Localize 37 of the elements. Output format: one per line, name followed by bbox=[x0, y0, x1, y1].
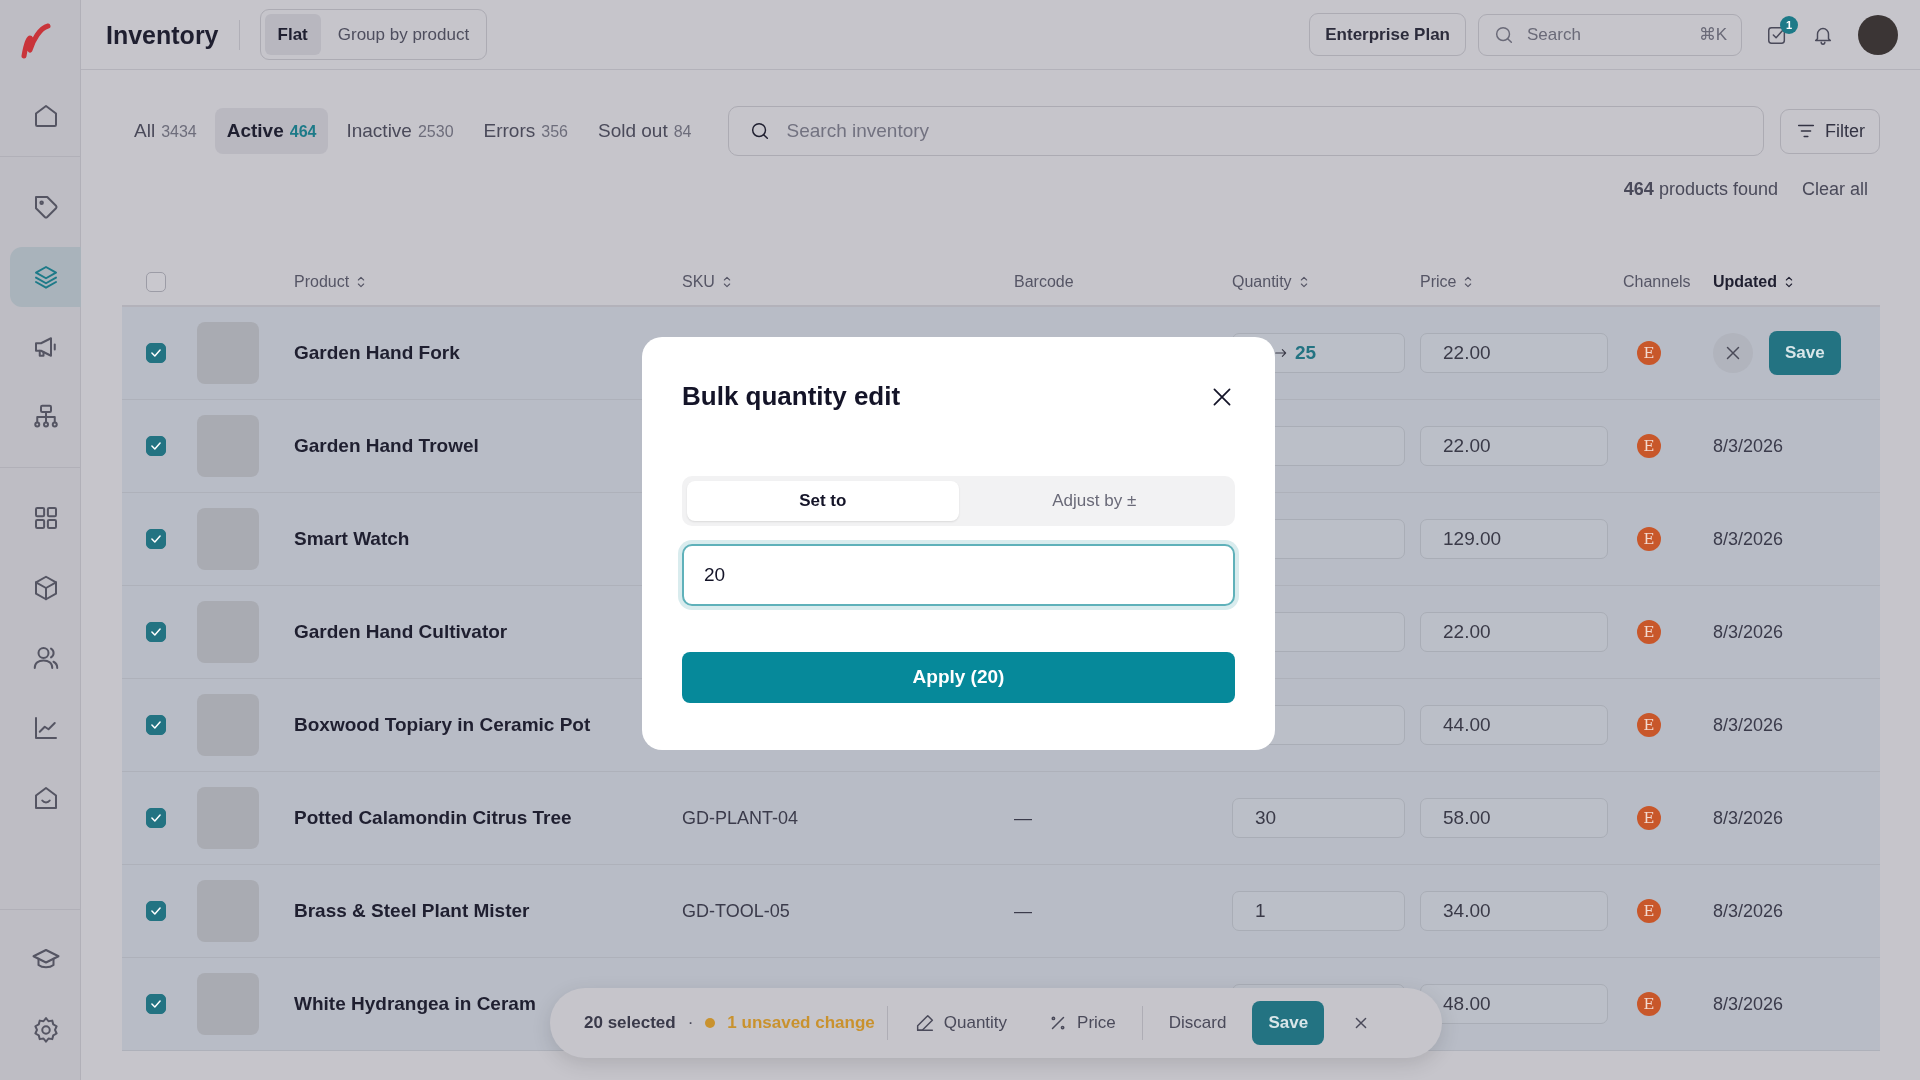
product-name: Garden Hand Fork bbox=[294, 340, 461, 365]
results-count: 464 products found bbox=[1623, 178, 1778, 201]
shortcut-hint: ⌘K bbox=[1698, 23, 1727, 46]
product-name: Smart Watch bbox=[294, 526, 411, 551]
product-name: Garden Hand Trowel bbox=[294, 433, 480, 458]
barcode-text: — bbox=[1014, 806, 1033, 830]
column-header: Barcode bbox=[1014, 272, 1075, 292]
sku-text: GD-PLANT-04 bbox=[682, 806, 800, 830]
separator-dot: · bbox=[687, 1012, 694, 1035]
product-name: Potted Calamondin Citrus Tree bbox=[294, 805, 573, 830]
updated-date: 8/3/2026 bbox=[1713, 992, 1785, 1016]
channel-icon: E bbox=[1637, 620, 1661, 644]
product-name: White Hydrangea in Ceram bbox=[294, 991, 537, 1016]
updated-date: 8/3/2026 bbox=[1713, 620, 1785, 644]
sku-text: GD-TOOL-05 bbox=[682, 899, 791, 923]
unsaved-changes: 1 unsaved change bbox=[727, 1012, 875, 1035]
channel-icon: E bbox=[1637, 527, 1661, 551]
channel-icon: E bbox=[1637, 434, 1661, 458]
channel-icon: E bbox=[1637, 899, 1661, 923]
channel-icon: E bbox=[1637, 992, 1661, 1016]
updated-date: 8/3/2026 bbox=[1713, 713, 1785, 737]
channel-icon: E bbox=[1637, 713, 1661, 737]
product-name: Brass & Steel Plant Mister bbox=[294, 898, 531, 923]
notification-count: 1 bbox=[1780, 15, 1798, 34]
selected-count: 20 selected bbox=[584, 1012, 676, 1035]
product-name: Garden Hand Cultivator bbox=[294, 619, 509, 644]
updated-date: 8/3/2026 bbox=[1713, 899, 1785, 923]
page-title: Inventory bbox=[106, 19, 240, 50]
barcode-text: — bbox=[1014, 899, 1033, 923]
channel-icon: E bbox=[1637, 806, 1661, 830]
modal-title: Bulk quantity edit bbox=[682, 380, 901, 413]
column-header: Channels bbox=[1623, 272, 1692, 292]
updated-date: 8/3/2026 bbox=[1713, 527, 1785, 551]
channel-icon: E bbox=[1637, 341, 1661, 365]
product-name: Boxwood Topiary in Ceramic Pot bbox=[294, 712, 592, 737]
updated-date: 8/3/2026 bbox=[1713, 434, 1785, 458]
updated-date: 8/3/2026 bbox=[1713, 806, 1785, 830]
